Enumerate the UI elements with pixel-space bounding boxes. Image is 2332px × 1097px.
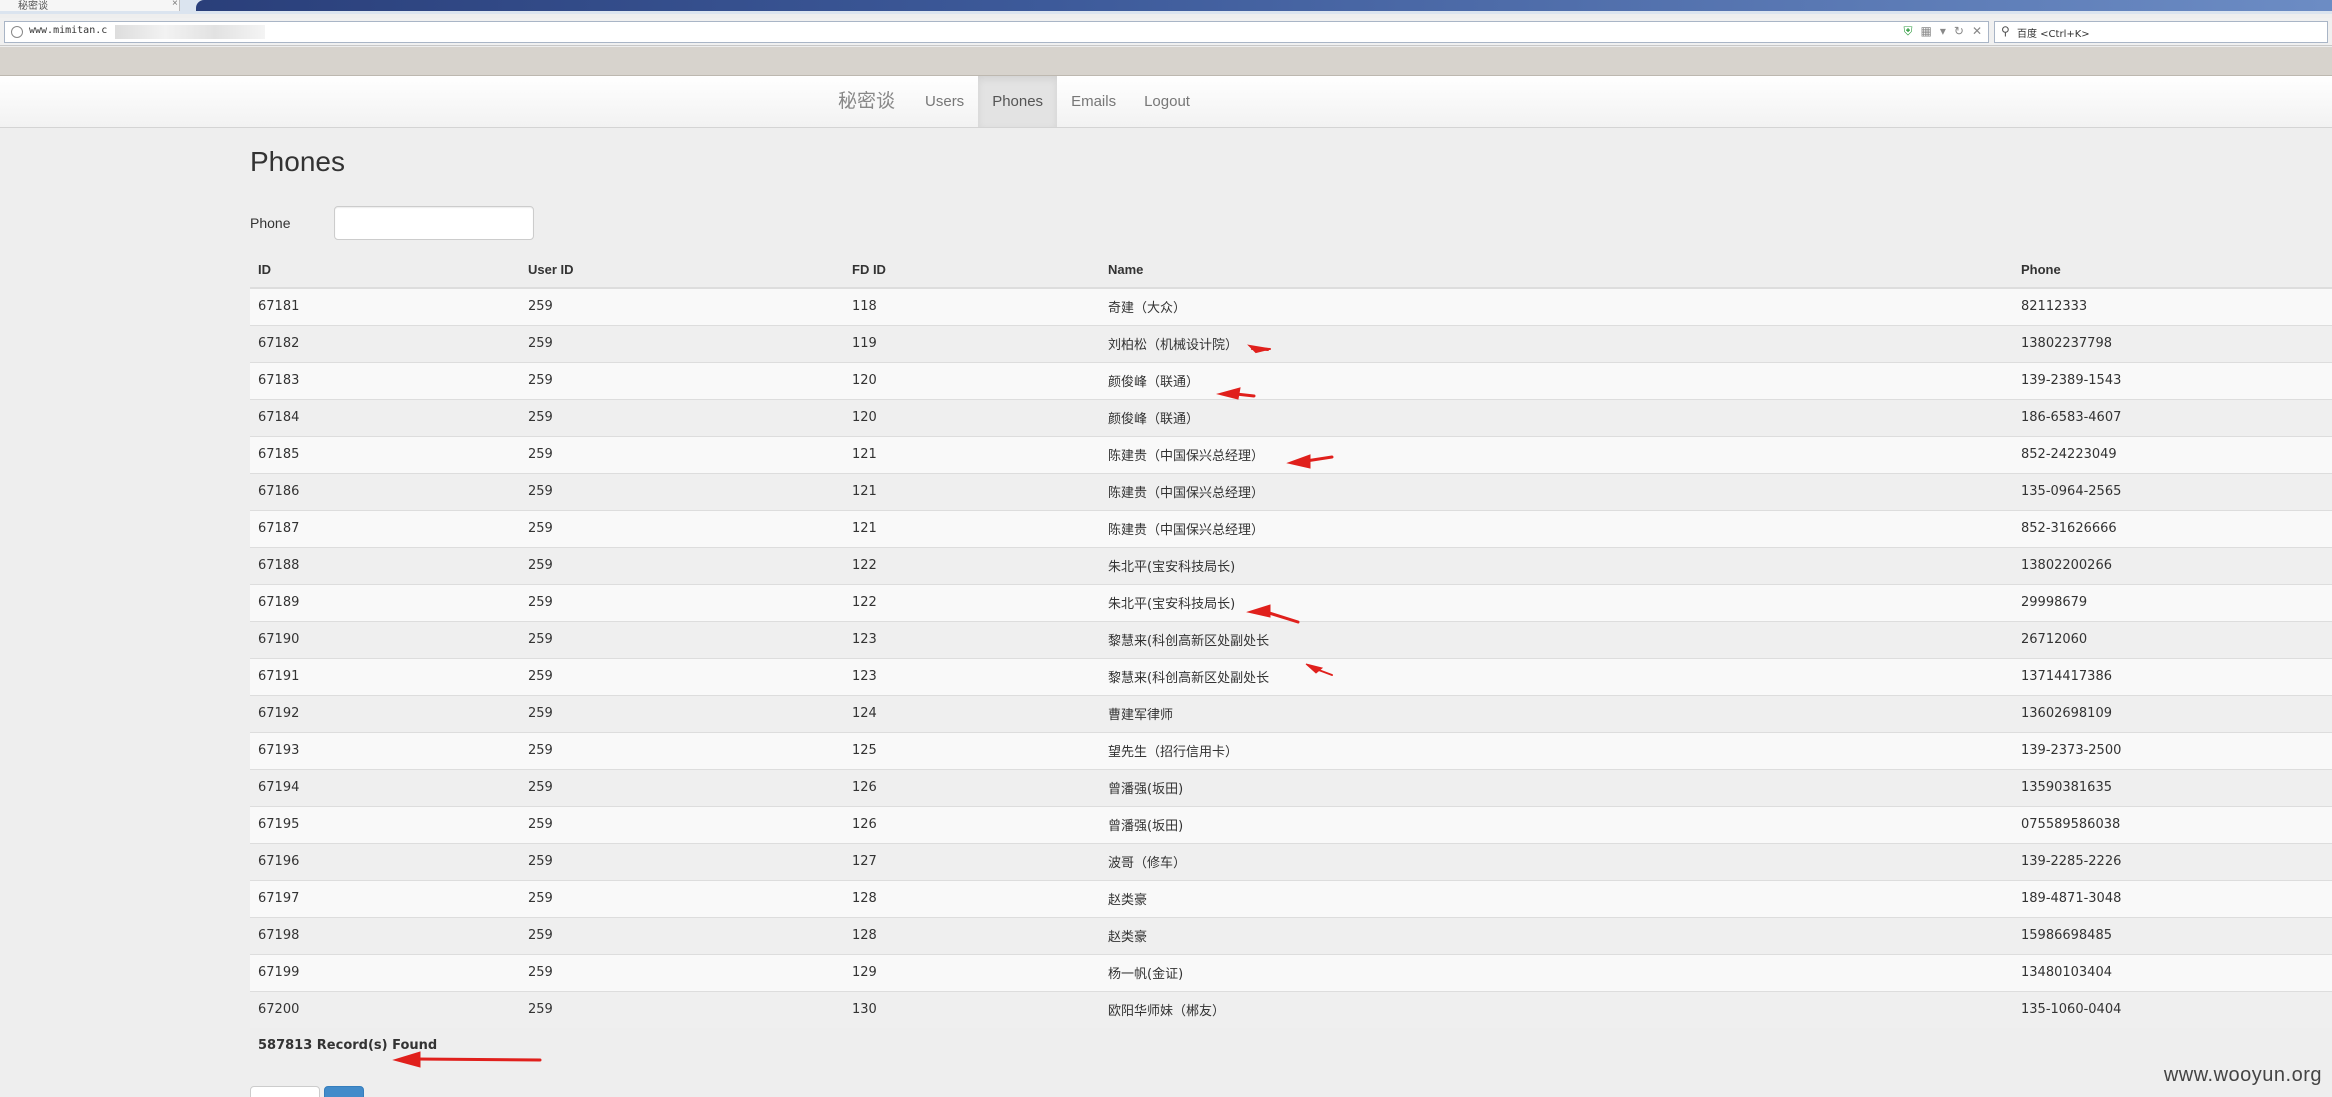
annotation-arrows: [392, 344, 1334, 1068]
arrow-annotation: [1315, 668, 1333, 676]
arrow-annotation: [1234, 392, 1256, 398]
arrow-annotation: [1251, 347, 1271, 350]
arrow-annotation: [1305, 663, 1324, 674]
arrow-annotation: [414, 1057, 542, 1062]
arrow-annotation: [1264, 610, 1300, 624]
watermark: www.wooyun.org: [2163, 1064, 2322, 1086]
